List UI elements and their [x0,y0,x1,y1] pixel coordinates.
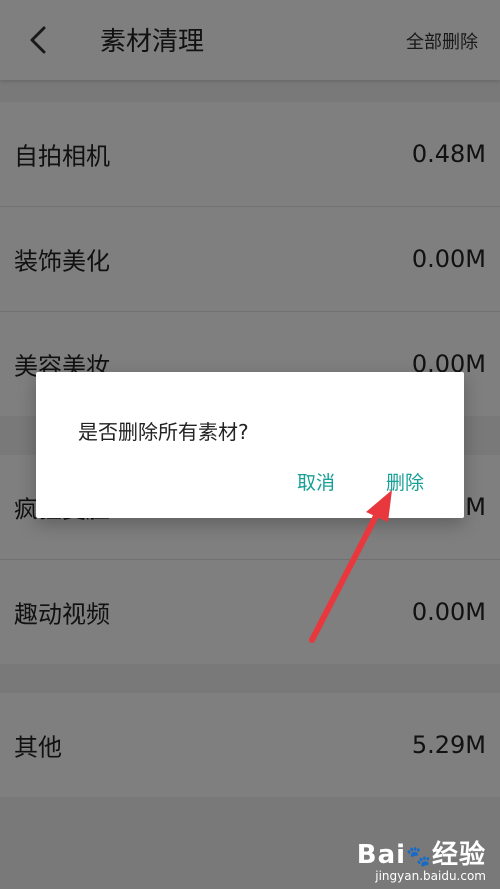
watermark-brand: Bai🐾经验 [356,840,486,870]
dialog-message: 是否删除所有素材? [78,420,249,444]
baidu-watermark: Bai🐾经验 jingyan.baidu.com [357,834,486,883]
delete-button[interactable]: 删除 [386,468,424,495]
confirm-delete-dialog: 是否删除所有素材? 取消 删除 [36,372,464,518]
cancel-button[interactable]: 取消 [297,468,335,495]
paw-logo-icon: 🐾 [406,844,432,868]
watermark-url: jingyan.baidu.com [375,869,486,883]
